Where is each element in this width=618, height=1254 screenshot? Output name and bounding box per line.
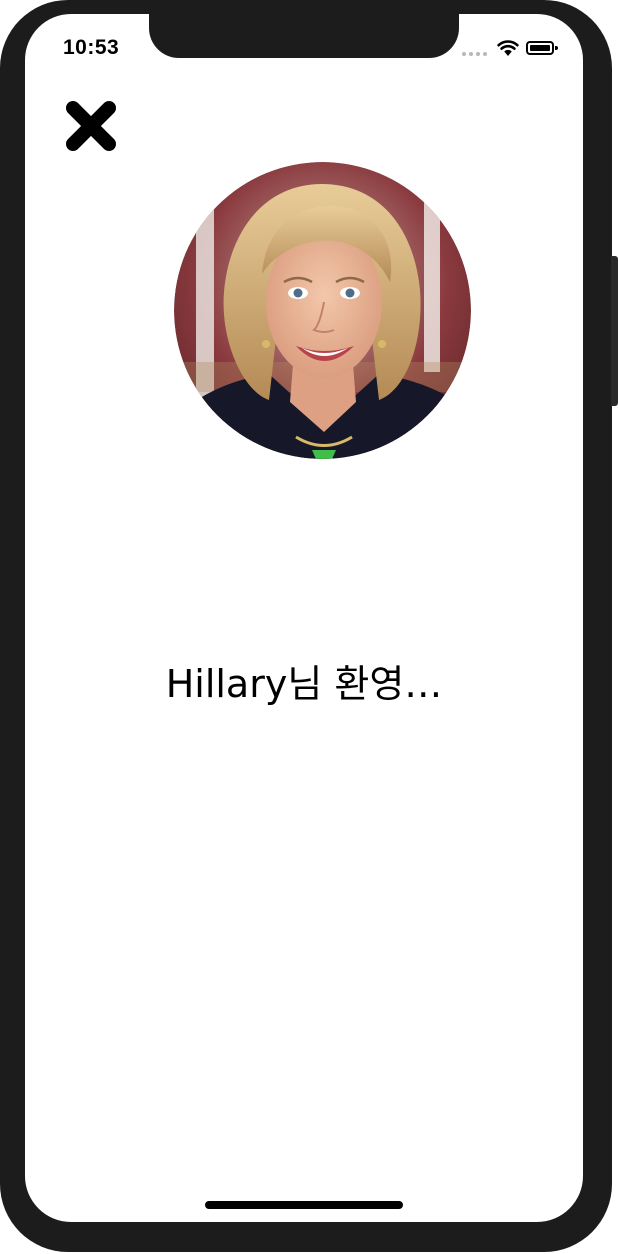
- close-button[interactable]: [63, 98, 119, 154]
- cellular-signal-icon: [462, 52, 488, 56]
- home-indicator[interactable]: [205, 1201, 403, 1209]
- screen: 10:53 Hillary님 환영…: [25, 14, 583, 1222]
- profile-photo: [174, 162, 471, 459]
- welcome-message: Hillary님 환영…: [165, 662, 443, 706]
- battery-icon: [526, 41, 558, 55]
- device-side-button: [611, 256, 618, 406]
- wifi-icon: [497, 40, 519, 56]
- device-notch: [149, 14, 459, 58]
- status-time: 10:53: [63, 36, 120, 59]
- status-icons: [462, 38, 567, 60]
- close-icon: [66, 101, 116, 151]
